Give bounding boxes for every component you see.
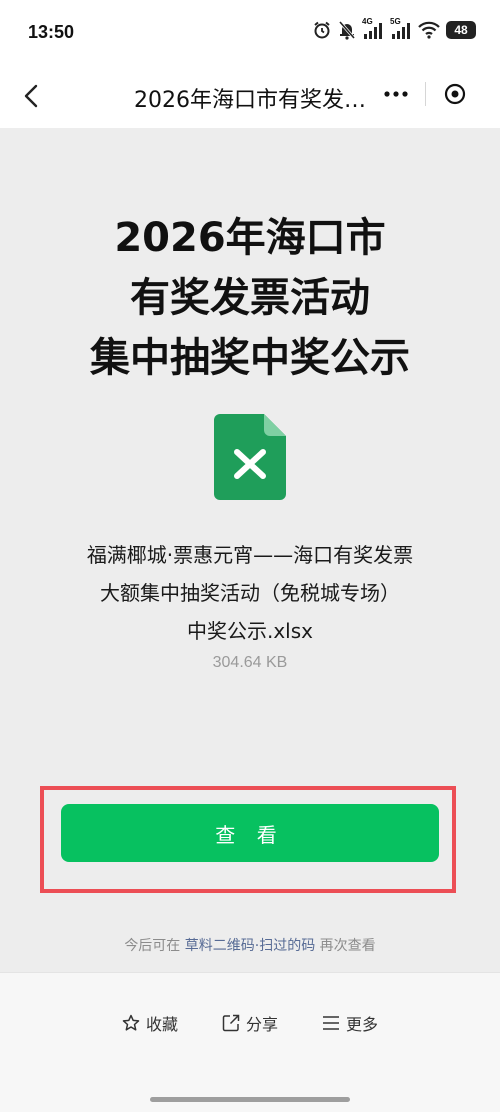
more-button[interactable]	[367, 72, 425, 116]
signal-4g-icon: 4G	[362, 17, 384, 40]
menu-lines-icon	[323, 1016, 339, 1030]
file-name-line-3: 中奖公示.xlsx	[186, 619, 313, 643]
signal-5g-icon: 5G	[390, 17, 412, 40]
status-icons: 4G 5G 48	[312, 17, 476, 40]
mute-bell-icon	[338, 21, 356, 40]
close-button[interactable]	[426, 72, 484, 116]
view-button[interactable]: 查 看	[61, 804, 439, 862]
bottom-action-bar: 收藏 分享 更多	[0, 972, 500, 1112]
home-indicator[interactable]	[150, 1097, 350, 1102]
scan-history-link[interactable]: 草料二维码·扫过的码	[185, 938, 315, 954]
more-label: 更多	[346, 1015, 379, 1034]
nav-bar: 2026年海口市有奖发票活动集中抽奖中奖公示	[0, 64, 500, 128]
file-size: 304.64 KB	[212, 654, 288, 671]
star-icon	[122, 1014, 140, 1031]
share-icon	[222, 1014, 240, 1032]
headline-line-2: 有奖发票活动	[130, 275, 370, 321]
battery-indicator: 48	[446, 21, 476, 39]
headline-line-3: 集中抽奖中奖公示	[90, 335, 410, 381]
status-time: 13:50	[28, 22, 75, 42]
favorite-label: 收藏	[145, 1015, 178, 1034]
file-name-line-1: 福满椰城·票惠元宵——海口有奖发票	[86, 543, 414, 567]
excel-file-icon	[214, 414, 286, 500]
status-bar: 13:50 4G 5G 48	[0, 0, 500, 64]
wifi-icon	[418, 21, 440, 39]
alarm-icon	[314, 21, 330, 39]
headline-line-1: 2026年海口市	[114, 215, 386, 261]
favorite-button[interactable]: 收藏	[122, 1011, 178, 1035]
hint-prefix: 今后可在	[124, 938, 185, 954]
share-button[interactable]: 分享	[222, 1011, 278, 1035]
close-circle-icon	[444, 83, 466, 105]
hint-suffix: 再次查看	[315, 938, 376, 954]
share-label: 分享	[245, 1015, 278, 1034]
mini-program-capsule	[367, 72, 485, 116]
more-options-button[interactable]: 更多	[322, 1011, 378, 1035]
page-title: 2026年海口市有奖发票活动集中抽奖中奖公示	[134, 88, 370, 113]
more-dots-icon	[384, 91, 408, 97]
revisit-hint: 今后可在 草料二维码·扫过的码 再次查看	[0, 935, 500, 955]
document-headline: 2026年海口市 有奖发票活动 集中抽奖中奖公示	[0, 208, 500, 388]
file-name: 福满椰城·票惠元宵——海口有奖发票 大额集中抽奖活动（免税城专场） 中奖公示.x…	[40, 536, 460, 650]
file-name-line-2: 大额集中抽奖活动（免税城专场）	[100, 581, 400, 605]
chevron-left-icon[interactable]	[18, 82, 46, 110]
